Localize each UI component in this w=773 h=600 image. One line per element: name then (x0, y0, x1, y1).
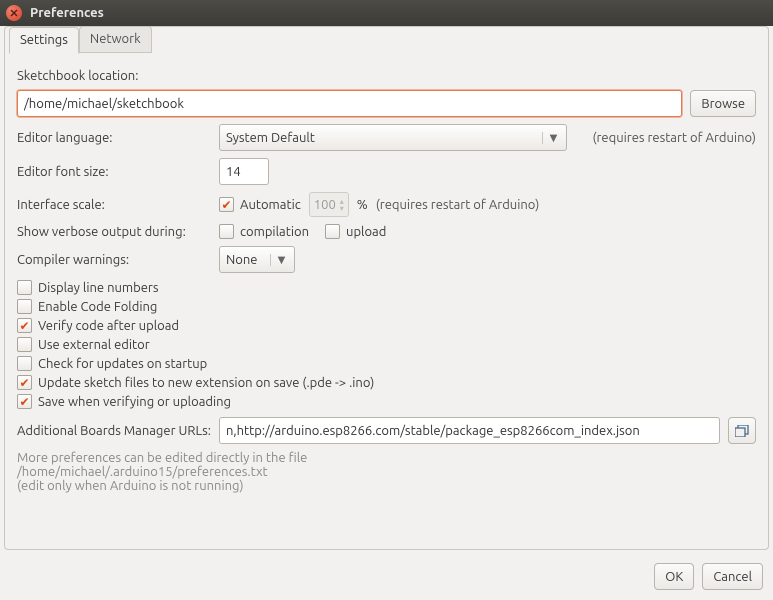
checkbox-label: Enable Code Folding (38, 300, 157, 314)
editor-language-select[interactable]: System Default ▼ (219, 124, 567, 151)
font-size-input[interactable] (219, 158, 269, 185)
boards-urls-input[interactable] (219, 417, 720, 444)
sketchbook-label: Sketchbook location: (17, 69, 138, 83)
save-on-verify-checkbox[interactable]: ✔ Save when verifying or uploading (17, 394, 231, 409)
checkbox-icon (325, 224, 340, 239)
close-icon[interactable] (6, 5, 22, 21)
prefs-file-path: /home/michael/.arduino15/preferences.txt (17, 465, 756, 479)
checkbox-icon (17, 337, 32, 352)
interface-scale-label: Interface scale: (17, 198, 211, 212)
editor-language-label: Editor language: (17, 131, 211, 145)
compilation-checkbox[interactable]: compilation (219, 224, 309, 239)
checkbox-icon (219, 224, 234, 239)
check-updates-checkbox[interactable]: Check for updates on startup (17, 356, 207, 371)
scale-value: 100 (314, 198, 336, 212)
tab-bar: Settings Network (9, 26, 152, 53)
spinner-arrows-icon: ▴▾ (340, 198, 344, 212)
settings-panel: Sketchbook location: Browse Editor langu… (5, 61, 768, 505)
checkbox-icon (17, 280, 32, 295)
checkbox-icon (17, 299, 32, 314)
compiler-warnings-label: Compiler warnings: (17, 253, 211, 267)
language-restart-hint: (requires restart of Arduino) (592, 131, 756, 145)
prefs-file-hint-2: (edit only when Arduino is not running) (17, 479, 756, 493)
compilation-label: compilation (240, 225, 309, 239)
cancel-button[interactable]: Cancel (702, 563, 763, 590)
checkbox-label: Save when verifying or uploading (38, 395, 231, 409)
checkbox-label: Use external editor (38, 338, 150, 352)
font-size-label: Editor font size: (17, 165, 211, 179)
checkbox-icon: ✔ (17, 375, 32, 390)
tab-settings[interactable]: Settings (9, 27, 79, 54)
chevron-down-icon: ▼ (270, 254, 288, 266)
prefs-file-hint-1: More preferences can be edited directly … (17, 451, 756, 465)
checkbox-label: Check for updates on startup (38, 357, 207, 371)
upload-checkbox[interactable]: upload (325, 224, 386, 239)
compiler-warnings-select[interactable]: None ▼ (219, 246, 295, 273)
checkbox-icon: ✔ (17, 394, 32, 409)
percent-label: % (357, 198, 368, 212)
verbose-label: Show verbose output during: (17, 225, 211, 239)
enable-code-folding-checkbox[interactable]: Enable Code Folding (17, 299, 157, 314)
chevron-down-icon: ▼ (542, 132, 560, 144)
checkbox-label: Display line numbers (38, 281, 158, 295)
editor-language-value: System Default (226, 131, 315, 145)
upload-label: upload (346, 225, 386, 239)
automatic-label: Automatic (240, 198, 301, 212)
window-body: Settings Network Sketchbook location: Br… (4, 26, 769, 550)
compiler-warnings-value: None (226, 253, 258, 267)
tab-network[interactable]: Network (79, 26, 152, 53)
checkbox-label: Update sketch files to new extension on … (38, 376, 374, 390)
scale-spinner: 100 ▴▾ (309, 192, 349, 217)
browse-button[interactable]: Browse (690, 90, 756, 117)
boards-urls-expand-button[interactable] (728, 417, 756, 444)
external-editor-checkbox[interactable]: Use external editor (17, 337, 150, 352)
checkbox-icon (17, 356, 32, 371)
ok-button[interactable]: OK (654, 563, 694, 590)
update-extension-checkbox[interactable]: ✔ Update sketch files to new extension on… (17, 375, 374, 390)
checkbox-label: Verify code after upload (38, 319, 179, 333)
display-line-numbers-checkbox[interactable]: Display line numbers (17, 280, 158, 295)
verify-code-checkbox[interactable]: ✔ Verify code after upload (17, 318, 179, 333)
checkbox-icon: ✔ (219, 197, 234, 212)
checkbox-icon: ✔ (17, 318, 32, 333)
automatic-checkbox[interactable]: ✔ Automatic (219, 197, 301, 212)
dialog-footer: OK Cancel (654, 563, 763, 590)
boards-urls-label: Additional Boards Manager URLs: (17, 424, 211, 438)
titlebar: Preferences (0, 0, 773, 26)
window-title: Preferences (30, 6, 104, 20)
sketchbook-path-input[interactable] (17, 90, 682, 117)
scale-restart-hint: (requires restart of Arduino) (376, 198, 540, 212)
window-icon (735, 425, 749, 437)
